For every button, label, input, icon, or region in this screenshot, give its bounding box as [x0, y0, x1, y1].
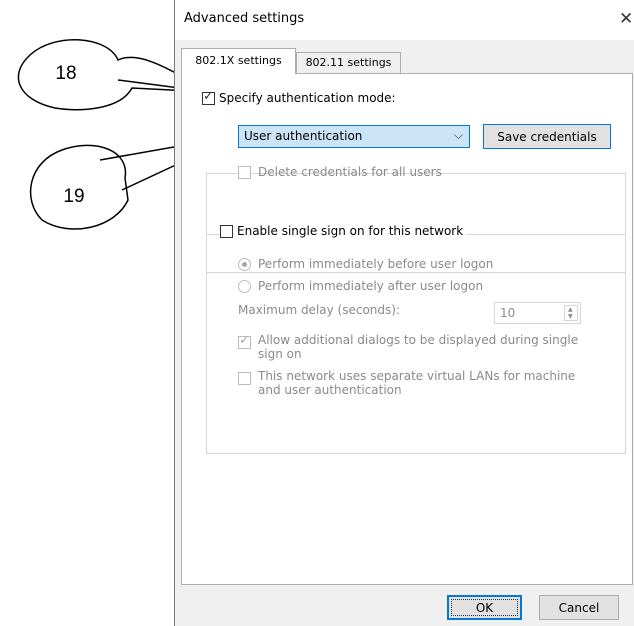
advanced-settings-dialog: Advanced settings ✕ 802.1X settings 802.…: [174, 0, 634, 626]
tab-802-1x-settings[interactable]: 802.1X settings: [181, 48, 296, 74]
cancel-button[interactable]: Cancel: [539, 595, 619, 620]
spin-down-icon[interactable]: ▼: [568, 314, 573, 320]
title-bar: Advanced settings ✕: [175, 0, 634, 40]
specify-auth-mode-label: Specify authentication mode:: [216, 91, 399, 106]
separate-vlans-label-line2: and user authentication: [258, 383, 402, 397]
enable-sso-checkbox[interactable]: [220, 225, 233, 238]
max-delay-spinner[interactable]: 10 ▲ ▼: [494, 302, 581, 324]
tab-802-11-settings[interactable]: 802.11 settings: [296, 52, 401, 74]
ok-label: OK: [475, 601, 494, 615]
separate-vlans-checkbox[interactable]: [238, 372, 251, 385]
delete-credentials-checkbox[interactable]: [238, 166, 251, 179]
spin-buttons[interactable]: ▲ ▼: [564, 305, 578, 321]
cancel-label: Cancel: [558, 601, 600, 615]
auth-mode-selected-value: User authentication: [244, 129, 363, 143]
allow-dialogs-label-line1: Allow additional dialogs to be displayed…: [258, 333, 579, 347]
after-logon-label: Perform immediately after user logon: [258, 279, 484, 293]
radio-selected-dot: [242, 262, 247, 267]
callout-18-label: 18: [55, 63, 77, 84]
specify-auth-mode-checkbox[interactable]: ✓: [202, 89, 215, 105]
save-credentials-label: Save credentials: [497, 130, 597, 144]
callout-19-label: 19: [63, 186, 85, 207]
enable-sso-label: Enable single sign on for this network: [234, 224, 467, 239]
close-icon[interactable]: ✕: [619, 9, 633, 29]
ok-button[interactable]: OK: [447, 595, 522, 620]
checkmark-icon: ✓: [203, 89, 214, 104]
checkmark-icon: ✓: [239, 333, 250, 348]
auth-mode-dropdown[interactable]: User authentication ⌵: [238, 125, 470, 148]
dialog-title: Advanced settings: [184, 11, 305, 26]
chevron-down-icon: ⌵: [453, 128, 463, 142]
max-delay-value: 10: [500, 306, 516, 320]
after-logon-radio[interactable]: [238, 280, 251, 293]
max-delay-label: Maximum delay (seconds):: [238, 303, 400, 317]
save-credentials-button[interactable]: Save credentials: [483, 124, 611, 149]
allow-dialogs-checkbox[interactable]: ✓: [238, 333, 251, 349]
delete-credentials-label: Delete credentials for all users: [258, 165, 442, 179]
before-logon-label: Perform immediately before user logon: [258, 257, 494, 271]
separate-vlans-label-line1: This network uses separate virtual LANs …: [258, 369, 576, 383]
tab-panel: ✓ Specify authentication mode: User auth…: [181, 73, 633, 585]
allow-dialogs-label-line2: sign on: [258, 347, 302, 361]
before-logon-radio[interactable]: [238, 258, 251, 271]
